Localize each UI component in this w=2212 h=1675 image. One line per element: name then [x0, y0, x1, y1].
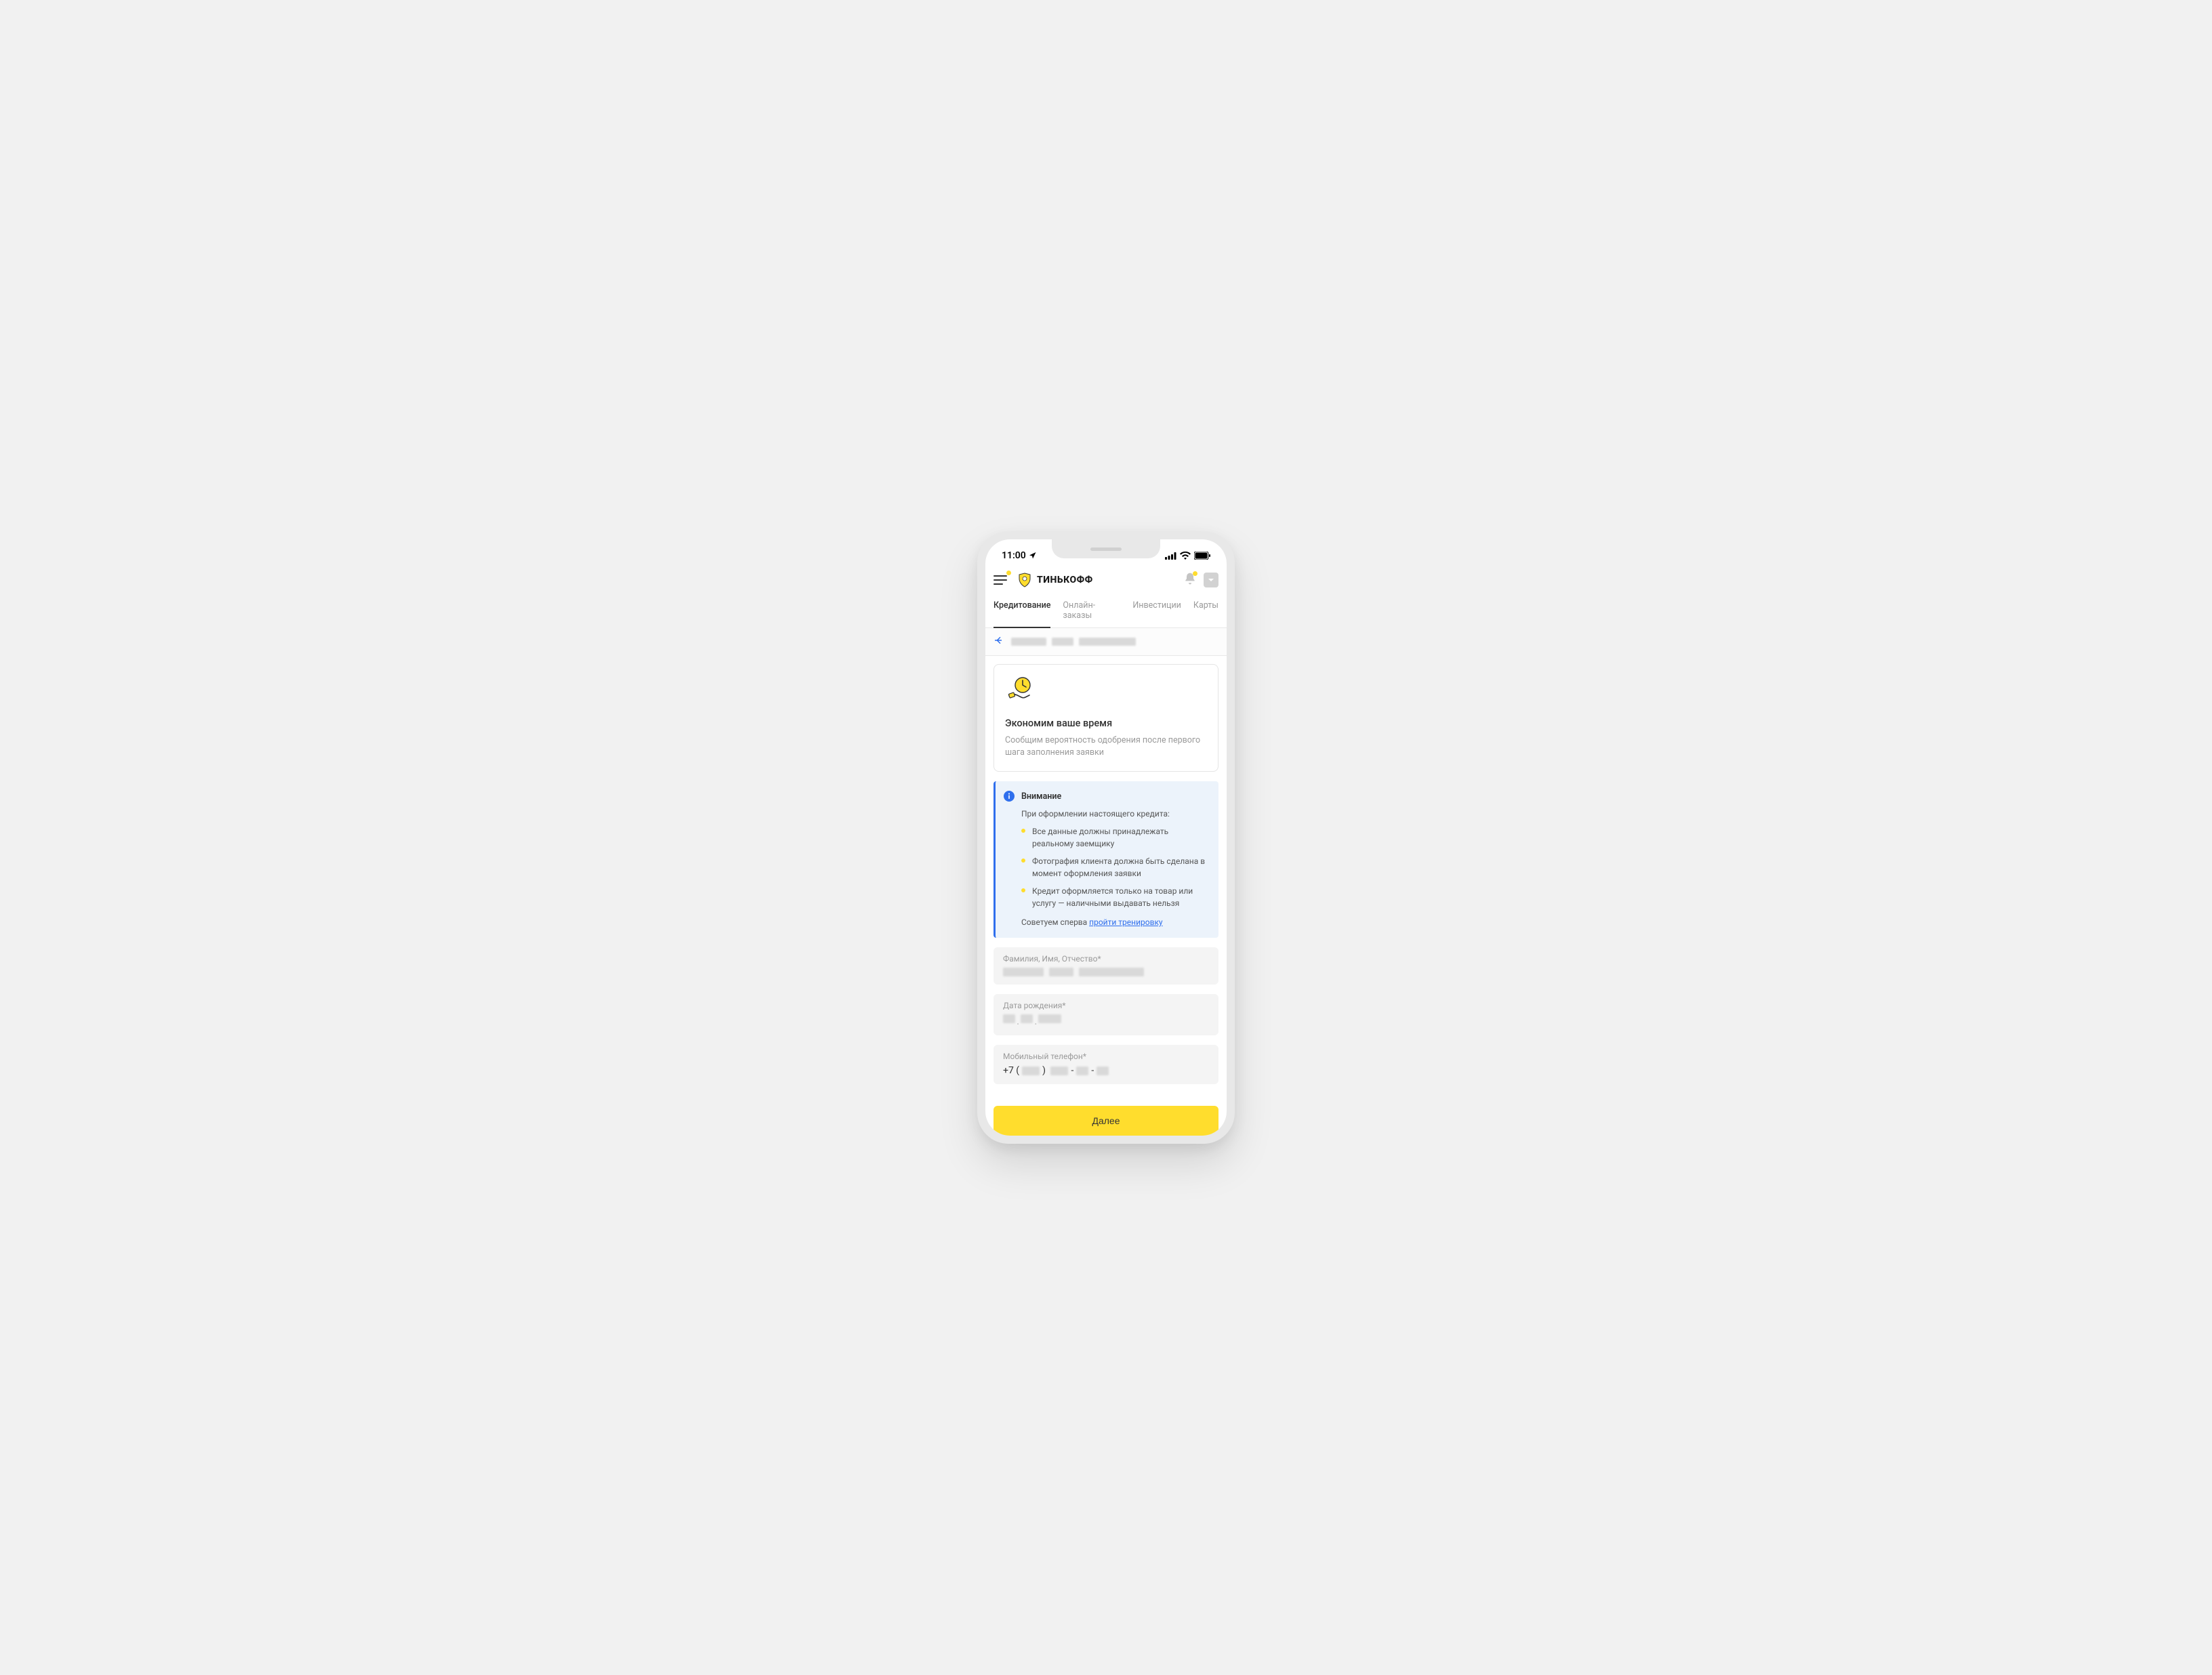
notifications-button[interactable]: [1183, 572, 1197, 588]
alert-item: Кредит оформляется только на товар или у…: [1021, 885, 1209, 909]
tab-cards[interactable]: Карты: [1193, 594, 1218, 627]
dropdown-button[interactable]: [1204, 573, 1218, 587]
app-header: ТИНЬКОФФ: [985, 566, 1227, 594]
phone-field[interactable]: Мобильный телефон* +7 ( ) - -: [994, 1045, 1218, 1084]
promo-title: Экономим ваше время: [1005, 718, 1207, 729]
clock-hand-icon: [1005, 676, 1207, 708]
alert-title: Внимание: [1021, 791, 1209, 804]
content: Экономим ваше время Сообщим вероятность …: [985, 656, 1227, 1110]
shield-icon: [1017, 572, 1033, 588]
bell-badge-dot: [1193, 571, 1197, 576]
promo-desc: Сообщим вероятность одобрения после перв…: [1005, 735, 1207, 759]
menu-button[interactable]: [994, 572, 1010, 588]
fio-field[interactable]: Фамилия, Имя, Отчество*: [994, 947, 1218, 985]
dob-label: Дата рождения*: [1003, 1001, 1209, 1010]
tab-bar: Кредитование Онлайн-заказы Инвестиции Ка…: [985, 594, 1227, 628]
cellular-icon: [1165, 552, 1176, 560]
alert-item: Фотография клиента должна быть сделана в…: [1021, 855, 1209, 880]
promo-card: Экономим ваше время Сообщим вероятность …: [994, 664, 1218, 772]
training-link[interactable]: пройти тренировку: [1089, 917, 1162, 927]
wifi-icon: [1180, 552, 1191, 560]
phone-value: +7 ( ) - -: [1003, 1065, 1209, 1076]
breadcrumb-redacted: [1011, 638, 1136, 646]
dob-value-redacted: . .: [1003, 1014, 1209, 1027]
dob-field[interactable]: Дата рождения* . .: [994, 994, 1218, 1035]
attention-alert: Внимание При оформлении настоящего креди…: [994, 781, 1218, 938]
brand-text: ТИНЬКОФФ: [1037, 575, 1093, 585]
back-button[interactable]: [994, 635, 1004, 648]
screen: 11:00 ТИНЬКОФФ: [985, 539, 1227, 1136]
fio-value-redacted: [1003, 968, 1209, 976]
alert-advice: Советуем сперва пройти тренировку: [1021, 916, 1209, 928]
arrow-left-icon: [994, 635, 1004, 646]
notch: [1052, 539, 1160, 558]
info-icon: [1004, 791, 1015, 802]
fio-label: Фамилия, Имя, Отчество*: [1003, 954, 1209, 964]
alert-intro: При оформлении настоящего кредита:: [1021, 808, 1209, 820]
next-button[interactable]: Далее: [994, 1106, 1218, 1136]
breadcrumb: [985, 628, 1227, 656]
status-time: 11:00: [1002, 550, 1026, 561]
phone-label: Мобильный телефон*: [1003, 1052, 1209, 1061]
phone-frame: 11:00 ТИНЬКОФФ: [977, 531, 1235, 1144]
tab-online-orders[interactable]: Онлайн-заказы: [1063, 594, 1120, 627]
chevron-down-icon: [1208, 577, 1214, 583]
menu-badge-dot: [1006, 571, 1011, 575]
location-icon: [1029, 552, 1037, 560]
alert-list: Все данные должны принадлежать реальному…: [1021, 825, 1209, 909]
tab-investments[interactable]: Инвестиции: [1132, 594, 1181, 627]
tab-crediting[interactable]: Кредитование: [994, 594, 1050, 627]
battery-icon: [1194, 552, 1210, 560]
alert-item: Все данные должны принадлежать реальному…: [1021, 825, 1209, 850]
brand-logo[interactable]: ТИНЬКОФФ: [1017, 572, 1093, 588]
